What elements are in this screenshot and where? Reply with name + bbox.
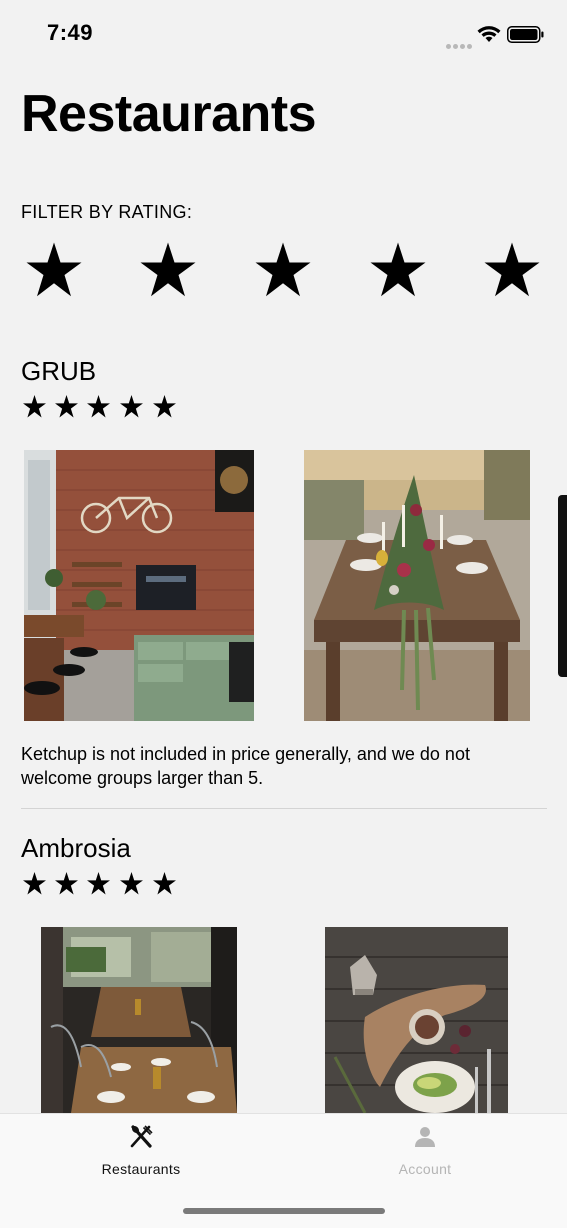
star-icon [87,872,110,895]
filter-star-4-icon[interactable] [368,240,428,300]
filter-label: FILTER BY RATING: [21,202,193,222]
star-icon [87,395,110,418]
filter-star-3-icon[interactable] [253,240,313,300]
status-bar: 7:49 [0,0,567,66]
restaurant-photo[interactable] [304,450,530,721]
restaurant-name[interactable]: Ambrosia [21,833,131,864]
scroll-indicator[interactable] [558,495,567,677]
star-icon [120,872,143,895]
filter-star-2-icon[interactable] [138,240,198,300]
star-icon [55,872,78,895]
star-icon [55,395,78,418]
restaurant-rating [22,871,182,897]
battery-icon [507,26,544,43]
cellular-signal-icon [446,36,474,54]
wifi-icon [477,26,501,42]
home-indicator[interactable] [183,1208,385,1214]
restaurant-description: Ketchup is not included in price general… [21,744,470,788]
status-time: 7:49 [47,20,94,45]
filter-star-1-icon[interactable] [24,240,84,300]
rating-filter [24,240,544,302]
restaurant-photo[interactable] [41,927,237,1113]
star-icon [23,872,46,895]
page-title: Restaurants [21,85,317,143]
star-icon [153,872,176,895]
divider [21,808,547,809]
tab-restaurants[interactable]: Restaurants [41,1114,241,1194]
person-icon [415,1127,435,1147]
restaurant-rating [22,394,182,420]
tab-label: Restaurants [101,1161,181,1177]
restaurant-name[interactable]: GRUB [21,356,96,387]
star-icon [153,395,176,418]
tab-label: Account [398,1161,452,1177]
filter-star-5-icon[interactable] [482,240,542,300]
restaurant-photo[interactable] [24,450,254,721]
star-icon [120,395,143,418]
restaurant-photo[interactable] [325,927,508,1113]
fork-knife-icon [130,1125,153,1148]
star-icon [23,395,46,418]
tab-account[interactable]: Account [325,1114,525,1194]
